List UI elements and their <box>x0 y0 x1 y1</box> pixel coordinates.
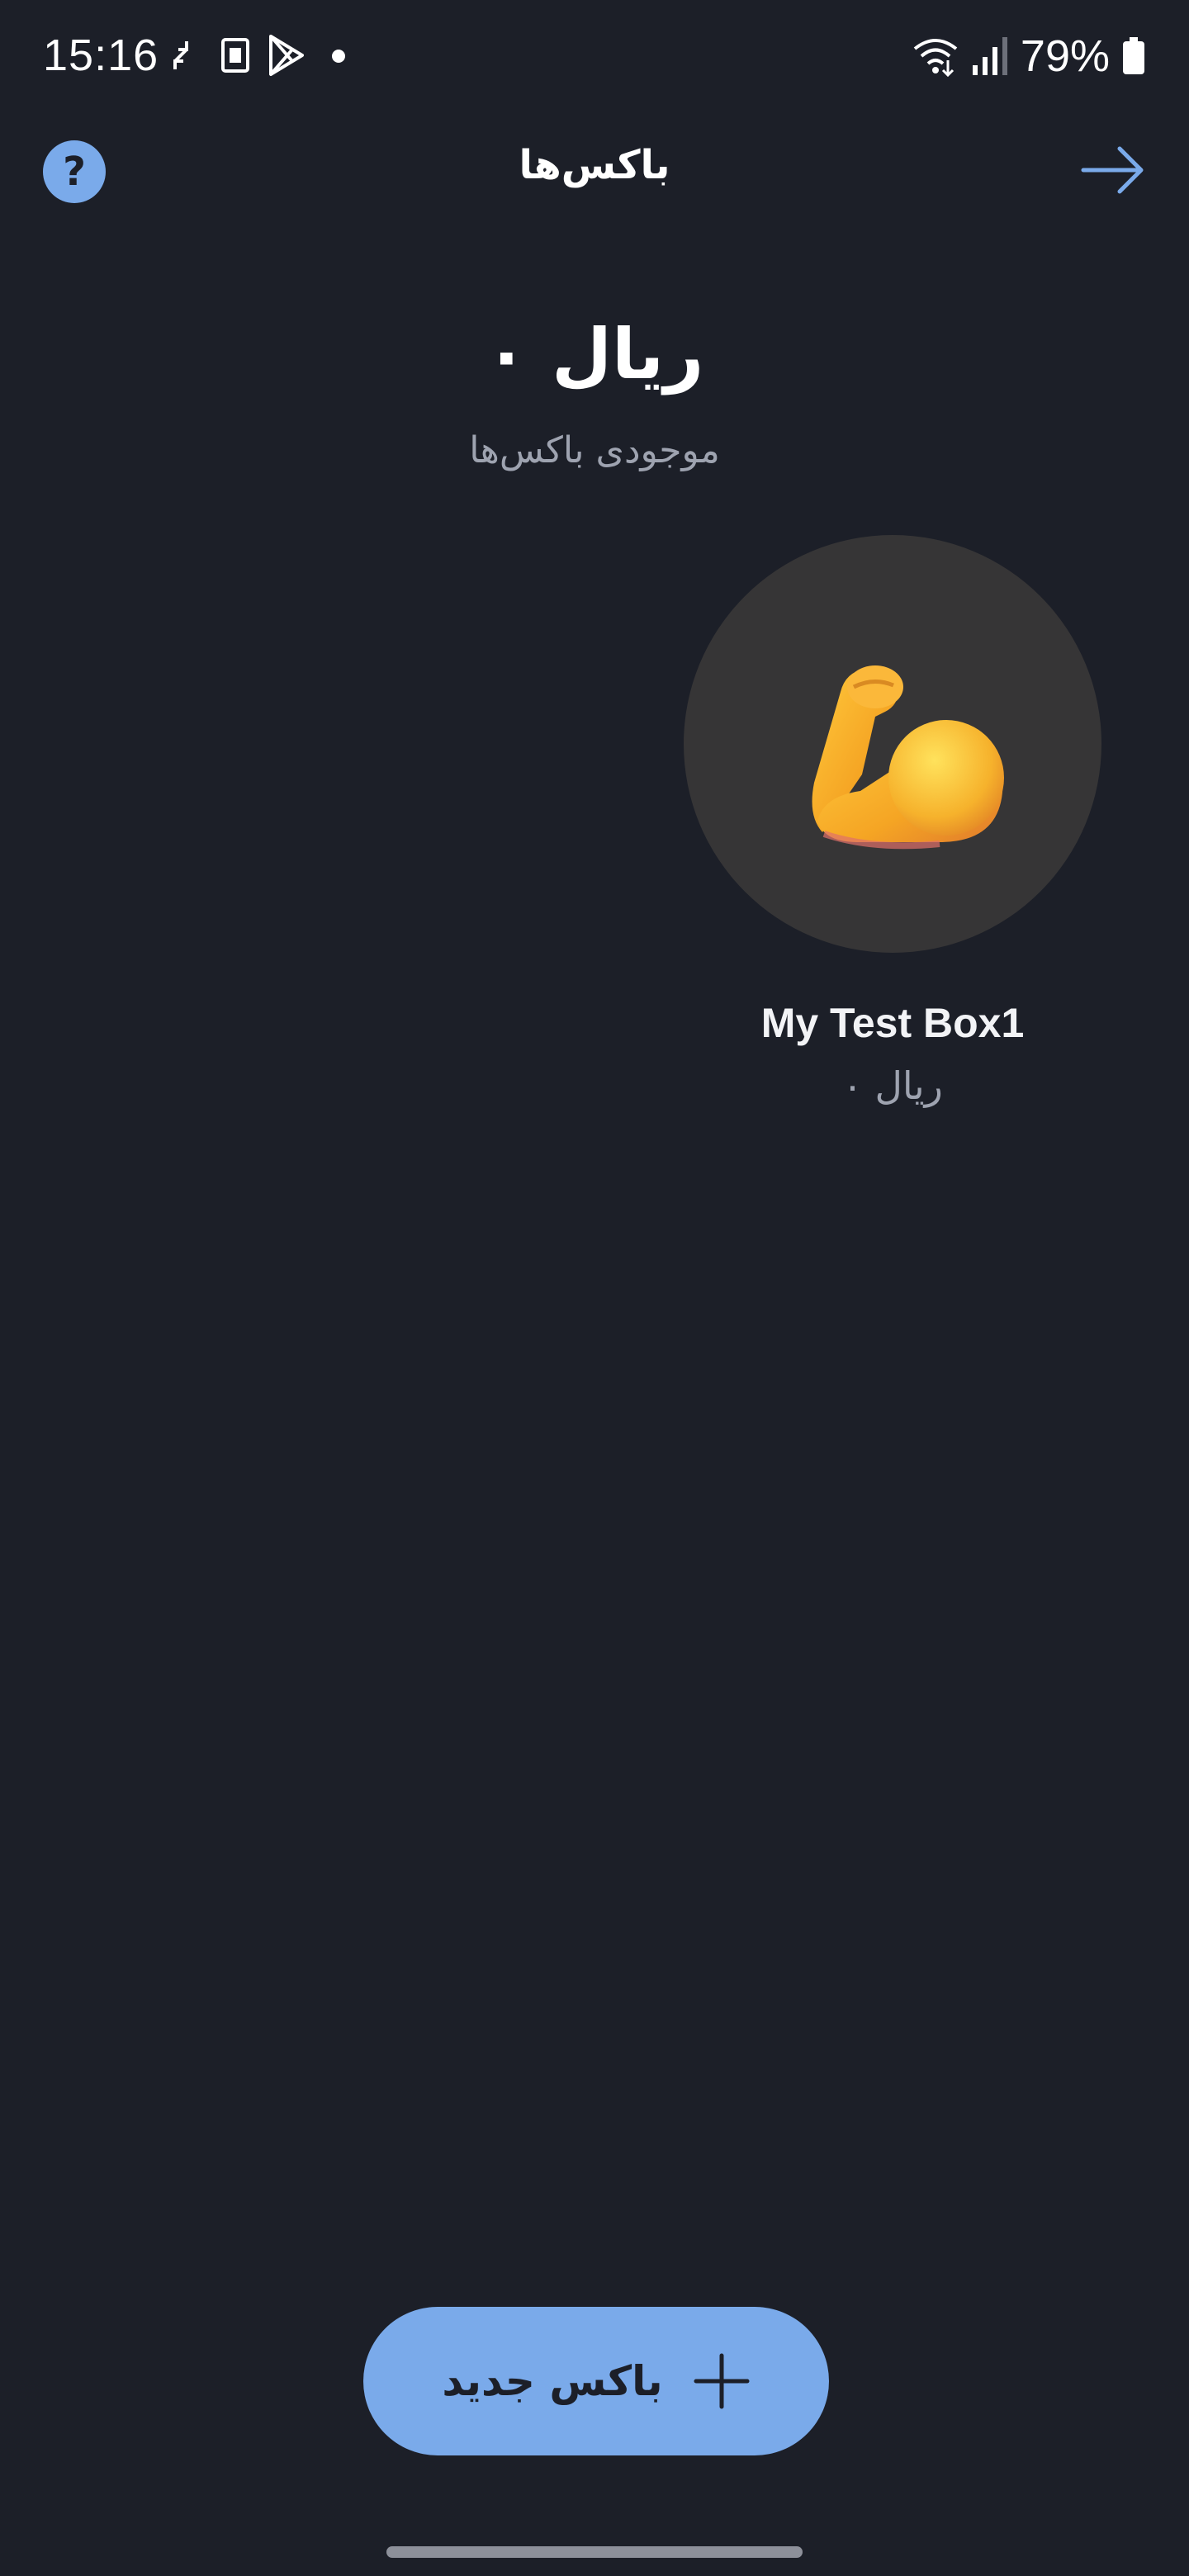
page-title: باکس‌ها <box>519 142 670 188</box>
box-name: My Test Box1 <box>760 1000 1025 1046</box>
battery-percent: 79% <box>1020 31 1110 81</box>
status-right: 79% <box>912 30 1146 83</box>
box-card[interactable]: My Test Box1 ۰ ریال <box>684 535 1101 1129</box>
status-time: 15:16 <box>43 31 159 80</box>
signal-icon <box>972 37 1007 75</box>
home-indicator[interactable] <box>386 2546 803 2558</box>
app-screen: 15:16 <box>0 0 1189 2576</box>
arrow-right-icon[interactable] <box>1078 139 1148 201</box>
new-box-button[interactable]: باکس جدید <box>363 2307 829 2455</box>
box-avatar <box>684 535 1101 953</box>
notification-dot-icon <box>332 50 345 63</box>
total-balance-label: موجودی باکس‌ها <box>469 429 720 471</box>
battery-icon <box>1123 37 1144 74</box>
plus-icon <box>694 2353 750 2409</box>
total-balance: ۰ ریال <box>485 314 704 395</box>
sim-card-icon <box>221 38 249 73</box>
new-box-label: باکس جدید <box>442 2357 663 2405</box>
play-store-icon <box>269 35 304 76</box>
help-icon: ? <box>63 149 86 195</box>
flexed-biceps-icon <box>812 665 1004 850</box>
sync-icon <box>173 41 188 69</box>
wifi-icon <box>913 39 958 77</box>
box-balance: ۰ ریال <box>842 1063 943 1108</box>
help-button[interactable]: ? <box>43 140 106 203</box>
status-bar: 15:16 79% <box>0 0 1189 116</box>
